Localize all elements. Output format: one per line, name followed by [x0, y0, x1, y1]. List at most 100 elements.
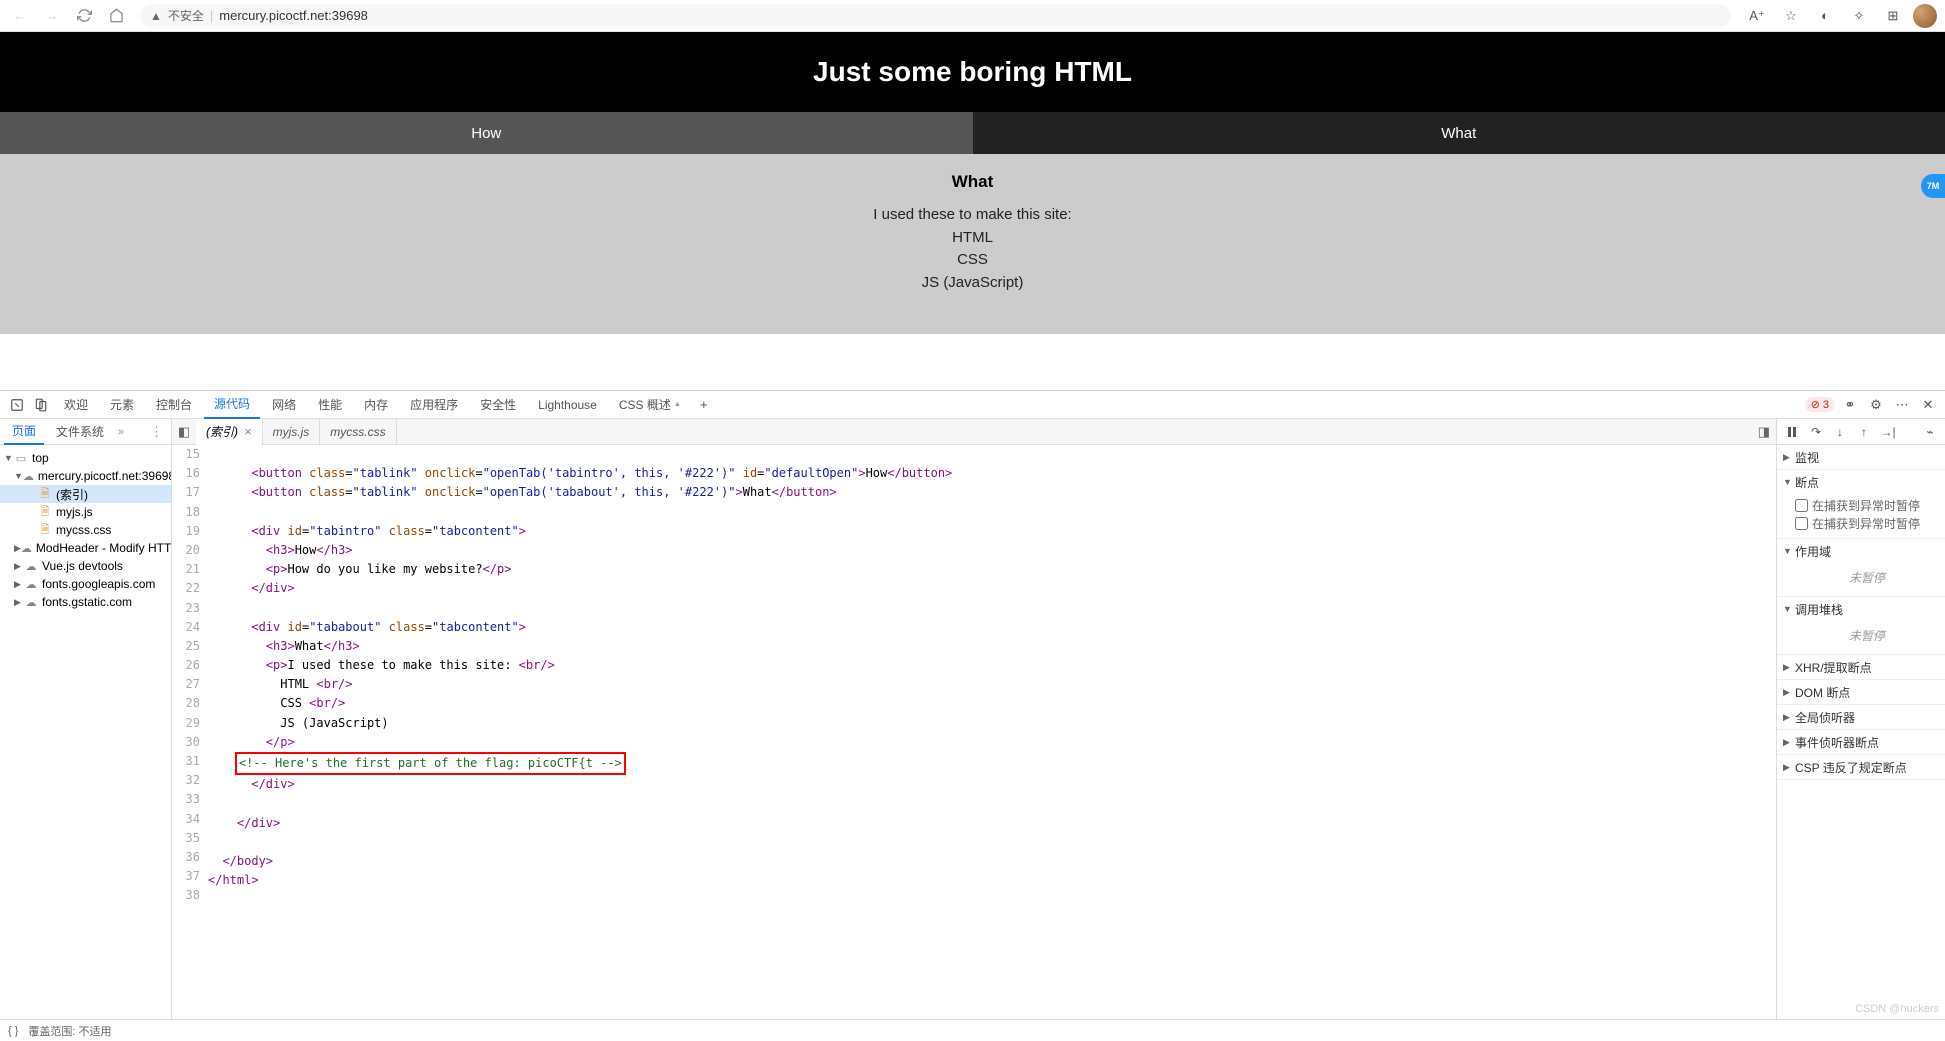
status-coverage: 覆盖范围: 不适用 [28, 1023, 111, 1039]
tab-console[interactable]: 控制台 [146, 391, 202, 419]
watermark: CSDN @huckers [1855, 1003, 1939, 1015]
collections-icon[interactable]: ✧ [1845, 2, 1873, 30]
scope-section[interactable]: ▼作用域 [1777, 539, 1945, 563]
settings-icon[interactable]: ⚙ [1865, 394, 1887, 416]
close-devtools-icon[interactable]: ✕ [1917, 394, 1939, 416]
csp-section[interactable]: ▶CSP 违反了规定断点 [1777, 755, 1945, 779]
content-line-css: CSS [957, 251, 988, 268]
sidebar-tab-filesystem[interactable]: 文件系统 [48, 419, 112, 445]
code-lines[interactable]: <button class="tablink" onclick="openTab… [208, 445, 1776, 1019]
toggle-navigator-icon[interactable]: ◧ [172, 424, 196, 440]
close-tab-icon[interactable]: × [244, 424, 252, 439]
tab-css-overview[interactable]: CSS 概述 [609, 391, 691, 419]
breakpoint-checkbox-2[interactable]: 在捕获到异常时暂停 [1795, 514, 1939, 532]
tree-domain[interactable]: ▼☁mercury.picoctf.net:39698 [0, 467, 171, 485]
tab-how[interactable]: How [0, 112, 973, 154]
pause-button[interactable] [1783, 423, 1801, 441]
breakpoints-section[interactable]: ▼断点 [1777, 470, 1945, 494]
event-section[interactable]: ▶事件侦听器断点 [1777, 730, 1945, 754]
debugger-controls: ↷ ↓ ↑ →| ⌁ [1777, 419, 1945, 445]
content-heading: What [0, 172, 1945, 192]
tab-what[interactable]: What [973, 112, 1945, 154]
content-line-js: JS (JavaScript) [922, 274, 1024, 291]
security-label: 不安全 [168, 7, 204, 24]
tree-mycss[interactable]: 🗎mycss.css [0, 521, 171, 539]
sidebar-overflow-icon[interactable]: » [118, 426, 124, 438]
sidebar-menu-icon[interactable]: ⋮ [146, 424, 167, 440]
favorite-icon[interactable]: ☆ [1777, 2, 1805, 30]
device-toggle-icon[interactable] [30, 394, 52, 416]
sidebar-tabs: 页面 文件系统 » ⋮ [0, 419, 171, 445]
status-bar: { } 覆盖范围: 不适用 [0, 1019, 1945, 1041]
code-area[interactable]: 1516171819202122232425262728293031323334… [172, 445, 1776, 1019]
editor-tab-bar: ◧ (索引)× myjs.js mycss.css ◨ [172, 419, 1776, 445]
line-gutter: 1516171819202122232425262728293031323334… [172, 445, 208, 1019]
step-out-button[interactable]: ↑ [1855, 423, 1873, 441]
status-brackets[interactable]: { } [8, 1025, 18, 1037]
profile-avatar[interactable] [1913, 4, 1937, 28]
tab-security[interactable]: 安全性 [470, 391, 526, 419]
address-bar[interactable]: ▲ 不安全 | [140, 4, 1731, 28]
inspect-icon[interactable] [6, 394, 28, 416]
watch-section[interactable]: ▶监视 [1777, 445, 1945, 469]
page-header: Just some boring HTML [0, 32, 1945, 112]
page-content: What I used these to make this site: HTM… [0, 154, 1945, 334]
step-button[interactable]: →| [1879, 423, 1897, 441]
step-over-button[interactable]: ↷ [1807, 423, 1825, 441]
forward-button[interactable]: → [40, 4, 64, 28]
tab-application[interactable]: 应用程序 [400, 391, 468, 419]
tree-myjs[interactable]: 🗎myjs.js [0, 503, 171, 521]
security-warning-icon: ▲ [150, 9, 162, 23]
tab-performance[interactable]: 性能 [308, 391, 352, 419]
tab-network[interactable]: 网络 [262, 391, 306, 419]
extensions-icon[interactable]: ⊞ [1879, 2, 1907, 30]
page-title: Just some boring HTML [0, 56, 1945, 88]
sync-icon[interactable]: ◐ [1811, 2, 1839, 30]
editor-tab-index[interactable]: (索引)× [196, 419, 263, 445]
sources-sidebar: 页面 文件系统 » ⋮ ▼▭top ▼☁mercury.picoctf.net:… [0, 419, 172, 1019]
tab-lighthouse[interactable]: Lighthouse [528, 391, 607, 419]
tab-elements[interactable]: 元素 [100, 391, 144, 419]
breakpoint-checkbox-1[interactable]: 在捕获到异常时暂停 [1795, 496, 1939, 514]
xhr-section[interactable]: ▶XHR/提取断点 [1777, 655, 1945, 679]
content-intro: I used these to make this site: [873, 206, 1071, 223]
deactivate-breakpoints-button[interactable]: ⌁ [1921, 423, 1939, 441]
tab-welcome[interactable]: 欢迎 [54, 391, 98, 419]
refresh-button[interactable] [72, 4, 96, 28]
editor-tab-mycss[interactable]: mycss.css [320, 419, 396, 445]
floating-badge[interactable]: 7M [1921, 174, 1945, 198]
url-input[interactable] [219, 8, 1721, 23]
devtools-panel: 欢迎 元素 控制台 源代码 网络 性能 内存 应用程序 安全性 Lighthou… [0, 390, 1945, 1041]
source-editor: ◧ (索引)× myjs.js mycss.css ◨ 151617181920… [172, 419, 1777, 1019]
tree-gstatic[interactable]: ▶☁fonts.gstatic.com [0, 593, 171, 611]
tree-googlefonts[interactable]: ▶☁fonts.googleapis.com [0, 575, 171, 593]
callstack-section[interactable]: ▼调用堆栈 [1777, 597, 1945, 621]
tree-vuedev[interactable]: ▶☁Vue.js devtools [0, 557, 171, 575]
link-icon[interactable]: ⚭ [1839, 394, 1861, 416]
devtools-tabs: 欢迎 元素 控制台 源代码 网络 性能 内存 应用程序 安全性 Lighthou… [0, 391, 1945, 419]
devtools-body: 页面 文件系统 » ⋮ ▼▭top ▼☁mercury.picoctf.net:… [0, 419, 1945, 1019]
home-button[interactable] [104, 4, 128, 28]
global-section[interactable]: ▶全局侦听器 [1777, 705, 1945, 729]
step-into-button[interactable]: ↓ [1831, 423, 1849, 441]
browser-toolbar: ← → ▲ 不安全 | A⁺ ☆ ◐ ✧ ⊞ [0, 0, 1945, 32]
editor-tab-myjs[interactable]: myjs.js [263, 419, 321, 445]
page-viewport: Just some boring HTML How What What I us… [0, 32, 1945, 390]
tab-memory[interactable]: 内存 [354, 391, 398, 419]
more-icon[interactable]: ⋯ [1891, 394, 1913, 416]
tree-top[interactable]: ▼▭top [0, 449, 171, 467]
read-aloud-icon[interactable]: A⁺ [1743, 2, 1771, 30]
sidebar-tab-page[interactable]: 页面 [4, 419, 44, 445]
file-tree: ▼▭top ▼☁mercury.picoctf.net:39698 🗎(索引) … [0, 445, 171, 1019]
error-count-badge[interactable]: 3 [1805, 397, 1835, 412]
debugger-panel: ↷ ↓ ↑ →| ⌁ ▶监视 ▼断点 在捕获到异常时暂停 在捕获到异常时暂停 ▼… [1777, 419, 1945, 1019]
tab-sources[interactable]: 源代码 [204, 391, 260, 419]
back-button[interactable]: ← [8, 4, 32, 28]
content-line-html: HTML [952, 229, 993, 246]
browser-actions: A⁺ ☆ ◐ ✧ ⊞ [1743, 2, 1937, 30]
tree-modheader[interactable]: ▶☁ModHeader - Modify HTTP hea [0, 539, 171, 557]
toggle-debugger-icon[interactable]: ◨ [1758, 424, 1776, 440]
dom-section[interactable]: ▶DOM 断点 [1777, 680, 1945, 704]
tree-index[interactable]: 🗎(索引) [0, 485, 171, 503]
add-tab-icon[interactable]: + [693, 394, 715, 416]
